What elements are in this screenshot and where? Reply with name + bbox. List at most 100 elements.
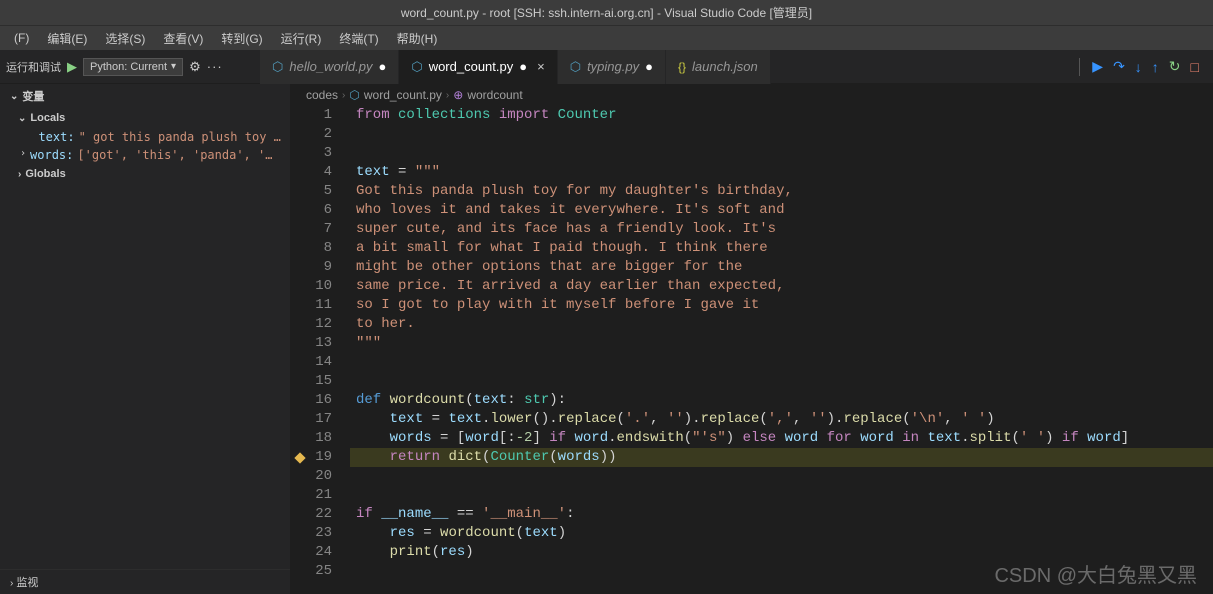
code-line[interactable]: Got this panda plush toy for my daughter… <box>350 182 1213 201</box>
menu-item-1[interactable]: 编辑(E) <box>39 28 95 49</box>
code-line[interactable] <box>350 353 1213 372</box>
line-number[interactable]: 13 <box>290 334 332 353</box>
code-line[interactable]: so I got to play with it myself before I… <box>350 296 1213 315</box>
chevron-down-icon: ⌄ <box>18 113 26 124</box>
line-number[interactable]: 7 <box>290 220 332 239</box>
globals-header[interactable]: › Globals <box>0 164 290 184</box>
python-icon: ⬡ <box>570 59 581 75</box>
line-number[interactable]: 24 <box>290 543 332 562</box>
line-number[interactable]: 4 <box>290 163 332 182</box>
code-line[interactable]: return dict(Counter(words)) <box>350 448 1213 467</box>
code-line[interactable] <box>350 144 1213 163</box>
line-number[interactable]: 1 <box>290 106 332 125</box>
breadcrumb-symbol[interactable]: wordcount <box>467 88 522 102</box>
gear-icon[interactable]: ⚙ <box>189 59 201 75</box>
code-line[interactable] <box>350 486 1213 505</box>
line-number[interactable]: 6 <box>290 201 332 220</box>
menu-item-7[interactable]: 帮助(H) <box>389 28 446 49</box>
code-line[interactable] <box>350 562 1213 581</box>
code-line[interactable] <box>350 125 1213 144</box>
code-line[interactable]: from collections import Counter <box>350 106 1213 125</box>
gutter[interactable]: 1234567891011121314151617181920212223242… <box>290 106 350 581</box>
line-number[interactable]: 3 <box>290 144 332 163</box>
line-number[interactable]: 18 <box>290 429 332 448</box>
python-icon: ⬡ <box>349 88 359 102</box>
line-number[interactable]: 10 <box>290 277 332 296</box>
line-number[interactable]: 20 <box>290 467 332 486</box>
line-number[interactable]: 22 <box>290 505 332 524</box>
tab-label: word_count.py <box>429 59 514 74</box>
code-line[interactable]: if __name__ == '__main__': <box>350 505 1213 524</box>
window-title: word_count.py - root [SSH: ssh.intern-ai… <box>401 4 812 21</box>
code-line[interactable]: res = wordcount(text) <box>350 524 1213 543</box>
python-icon: ⬡ <box>272 59 283 75</box>
line-number[interactable]: 8 <box>290 239 332 258</box>
breadcrumb-file[interactable]: word_count.py <box>364 88 442 102</box>
line-number[interactable]: 15 <box>290 372 332 391</box>
code-line[interactable]: same price. It arrived a day earlier tha… <box>350 277 1213 296</box>
variable-item[interactable]: ›words:['got', 'this', 'panda', '… <box>0 146 290 164</box>
code-line[interactable]: words = [word[:-2] if word.endswith("'s"… <box>350 429 1213 448</box>
continue-icon[interactable]: ▶ <box>1092 58 1103 75</box>
menu-item-5[interactable]: 运行(R) <box>273 28 330 49</box>
chevron-right-icon: › <box>342 90 345 101</box>
line-number[interactable]: 19 <box>290 448 332 467</box>
menu-item-6[interactable]: 终端(T) <box>331 28 386 49</box>
main: ⌄ 变量 ⌄ Locals text:" got this panda plus… <box>0 84 1213 594</box>
debug-controls: 运行和调试 ▶ Python: Current ▾ ⚙ ··· <box>0 58 260 76</box>
watch-header[interactable]: › 监视 <box>0 569 290 594</box>
editor: codes › ⬡ word_count.py › ⊕ wordcount 12… <box>290 84 1213 594</box>
line-number[interactable]: 23 <box>290 524 332 543</box>
line-number[interactable]: 21 <box>290 486 332 505</box>
step-out-icon[interactable]: ↑ <box>1152 59 1159 75</box>
line-number[interactable]: 11 <box>290 296 332 315</box>
code-line[interactable]: def wordcount(text: str): <box>350 391 1213 410</box>
close-icon[interactable]: × <box>537 59 545 74</box>
step-into-icon[interactable]: ↓ <box>1135 59 1142 75</box>
code-line[interactable] <box>350 372 1213 391</box>
menu-item-2[interactable]: 选择(S) <box>97 28 153 49</box>
variable-item[interactable]: text:" got this panda plush toy … <box>0 128 290 146</box>
line-number[interactable]: 5 <box>290 182 332 201</box>
code-line[interactable]: text = """ <box>350 163 1213 182</box>
code-line[interactable]: a bit small for what I paid though. I th… <box>350 239 1213 258</box>
variables-header[interactable]: ⌄ 变量 <box>0 84 290 108</box>
chevron-right-icon: › <box>446 90 449 101</box>
debug-config-dropdown[interactable]: Python: Current ▾ <box>83 58 183 76</box>
more-icon[interactable]: ··· <box>207 59 223 74</box>
menubar: (F)编辑(E)选择(S)查看(V)转到(G)运行(R)终端(T)帮助(H) <box>0 25 1213 50</box>
tab-word_count-py[interactable]: ⬡word_count.py●× <box>399 50 557 84</box>
code-line[interactable] <box>350 467 1213 486</box>
locals-header[interactable]: ⌄ Locals <box>0 108 290 128</box>
code-line[interactable]: """ <box>350 334 1213 353</box>
breadcrumb-folder[interactable]: codes <box>306 88 338 102</box>
step-over-icon[interactable]: ↷ <box>1113 58 1125 75</box>
line-number[interactable]: 9 <box>290 258 332 277</box>
code-line[interactable]: to her. <box>350 315 1213 334</box>
code-lines[interactable]: from collections import Counter text = "… <box>350 106 1213 581</box>
tab-launch-json[interactable]: {}launch.json <box>666 50 771 84</box>
code-body[interactable]: 1234567891011121314151617181920212223242… <box>290 106 1213 581</box>
start-debug-icon[interactable]: ▶ <box>67 59 77 75</box>
separator <box>1079 58 1080 76</box>
breadcrumb[interactable]: codes › ⬡ word_count.py › ⊕ wordcount <box>290 84 1213 106</box>
line-number[interactable]: 2 <box>290 125 332 144</box>
menu-item-0[interactable]: (F) <box>6 29 37 47</box>
tab-hello_world-py[interactable]: ⬡hello_world.py● <box>260 50 399 84</box>
line-number[interactable]: 25 <box>290 562 332 581</box>
function-icon: ⊕ <box>453 88 463 102</box>
restart-icon[interactable]: ↻ <box>1169 58 1181 75</box>
line-number[interactable]: 14 <box>290 353 332 372</box>
code-line[interactable]: might be other options that are bigger f… <box>350 258 1213 277</box>
code-line[interactable]: who loves it and takes it everywhere. It… <box>350 201 1213 220</box>
stop-icon[interactable]: □ <box>1191 59 1199 75</box>
line-number[interactable]: 16 <box>290 391 332 410</box>
line-number[interactable]: 17 <box>290 410 332 429</box>
menu-item-3[interactable]: 查看(V) <box>155 28 211 49</box>
code-line[interactable]: text = text.lower().replace('.', '').rep… <box>350 410 1213 429</box>
code-line[interactable]: super cute, and its face has a friendly … <box>350 220 1213 239</box>
line-number[interactable]: 12 <box>290 315 332 334</box>
tab-typing-py[interactable]: ⬡typing.py● <box>558 50 666 84</box>
code-line[interactable]: print(res) <box>350 543 1213 562</box>
menu-item-4[interactable]: 转到(G) <box>213 28 270 49</box>
